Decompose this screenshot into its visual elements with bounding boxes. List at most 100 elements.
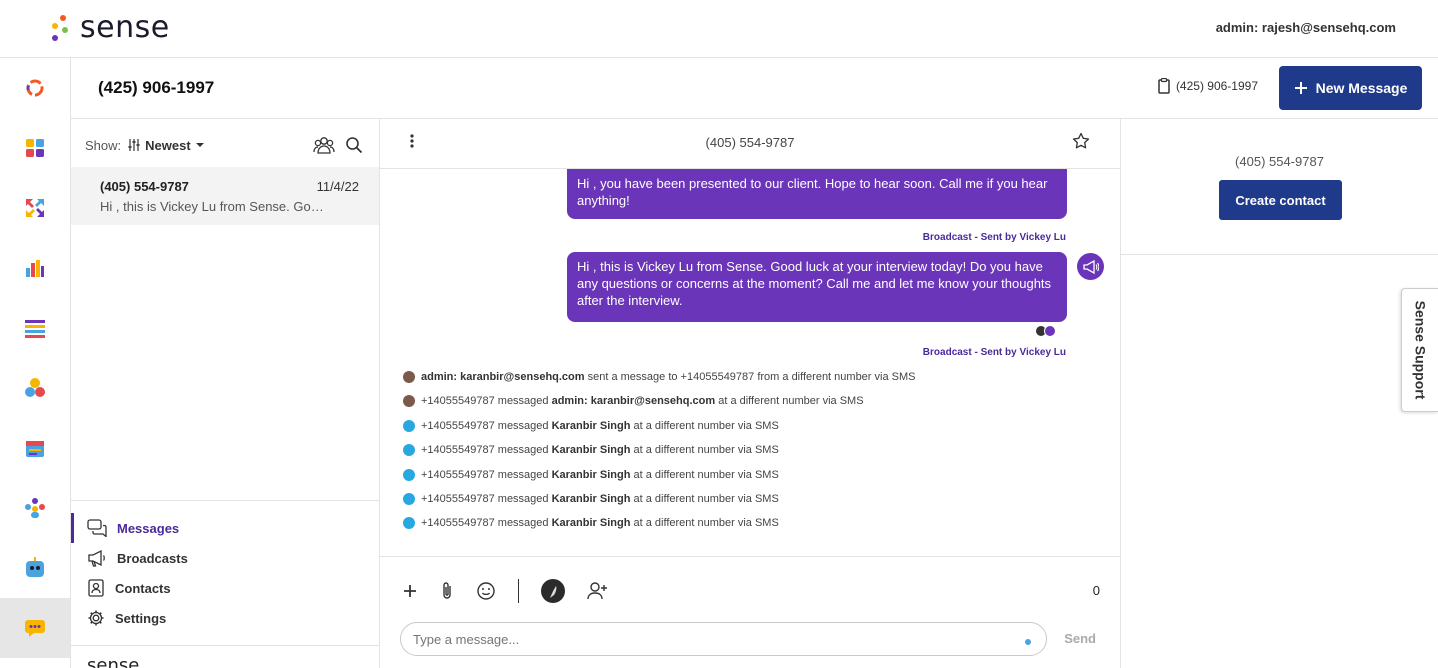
footer-logo: sense bbox=[87, 655, 139, 668]
support-label: Sense Support bbox=[1412, 300, 1429, 400]
message-meta: Broadcast - Sent by Vickey Lu bbox=[922, 232, 1066, 243]
activity-log-item: +14055549787 messaged admin: karanbir@se… bbox=[403, 395, 864, 407]
gear-icon bbox=[88, 610, 104, 626]
message-meta: Broadcast - Sent by Vickey Lu bbox=[922, 347, 1066, 358]
rail-analytics-icon[interactable] bbox=[0, 238, 70, 298]
avatar bbox=[403, 444, 415, 456]
avatar bbox=[403, 420, 415, 432]
app-rail bbox=[0, 58, 71, 668]
status-dot bbox=[1025, 639, 1031, 645]
nav-broadcasts[interactable]: Broadcasts bbox=[71, 543, 379, 573]
send-button[interactable]: Send bbox=[1064, 631, 1096, 646]
activity-log-item: admin: karanbir@sensehq.com sent a messa… bbox=[403, 371, 915, 383]
top-bar: sense admin: rajesh@sensehq.com bbox=[0, 0, 1438, 58]
log-text: +14055549787 messaged Karanbir Singh at … bbox=[421, 444, 779, 456]
rail-bot-icon[interactable] bbox=[0, 538, 70, 598]
line-number-text: (425) 906-1997 bbox=[1175, 79, 1258, 93]
conversation-item[interactable]: (405) 554-9787 11/4/22 Hi , this is Vick… bbox=[71, 167, 379, 225]
rail-calendar-icon[interactable] bbox=[0, 418, 70, 478]
nav-settings[interactable]: Settings bbox=[71, 603, 379, 633]
sense-support-tab[interactable]: Sense Support bbox=[1401, 288, 1438, 412]
conversation-preview: Hi , this is Vickey Lu from Sense. Good … bbox=[100, 199, 330, 214]
nav-messages-label: Messages bbox=[117, 520, 180, 536]
sort-dropdown[interactable]: Newest bbox=[127, 138, 205, 153]
star-icon[interactable] bbox=[1072, 132, 1090, 153]
admin-email[interactable]: admin: rajesh@sensehq.com bbox=[1216, 20, 1396, 35]
rail-integrations-icon[interactable] bbox=[0, 178, 70, 238]
message-input[interactable] bbox=[400, 622, 1047, 656]
log-text: +14055549787 messaged Karanbir Singh at … bbox=[421, 493, 779, 505]
rail-dashboard-icon[interactable] bbox=[0, 118, 70, 178]
avatar bbox=[403, 395, 415, 407]
megaphone-icon bbox=[88, 549, 105, 567]
avatar bbox=[403, 371, 415, 383]
nav-broadcasts-label: Broadcasts bbox=[117, 550, 188, 566]
chat-panel: (405) 554-9787 Hi , you have been presen… bbox=[380, 119, 1121, 668]
conversation-header: (405) 554-9787 11/4/22 bbox=[100, 179, 359, 194]
activity-log-item: +14055549787 messaged Karanbir Singh at … bbox=[403, 469, 779, 481]
clipboard-icon bbox=[1158, 78, 1170, 94]
caret-down-icon bbox=[195, 143, 204, 147]
avatar bbox=[403, 517, 415, 529]
nav-settings-label: Settings bbox=[115, 610, 167, 626]
new-message-label: New Message bbox=[1315, 80, 1408, 96]
rail-workflows-icon[interactable] bbox=[0, 358, 70, 418]
conversation-name: (405) 554-9787 bbox=[100, 179, 189, 194]
chat-bubbles-icon bbox=[87, 519, 107, 537]
contact-phone: (405) 554-9787 bbox=[1235, 154, 1324, 169]
rail-lists-icon[interactable] bbox=[0, 298, 70, 358]
activity-log-item: +14055549787 messaged Karanbir Singh at … bbox=[403, 444, 779, 456]
sense-logo[interactable]: sense bbox=[48, 10, 170, 45]
log-text: admin: karanbir@sensehq.com sent a messa… bbox=[421, 371, 916, 383]
log-text: +14055549787 messaged Karanbir Singh at … bbox=[421, 420, 779, 432]
logo-text: sense bbox=[80, 10, 170, 45]
composer-tools bbox=[402, 579, 609, 603]
create-contact-button[interactable]: Create contact bbox=[1219, 180, 1342, 220]
add-user-icon[interactable] bbox=[587, 581, 609, 601]
message-bubble[interactable]: Hi , you have been presented to our clie… bbox=[567, 169, 1067, 219]
message-bubble[interactable]: Hi , this is Vickey Lu from Sense. Good … bbox=[567, 252, 1067, 322]
activity-log-item: +14055549787 messaged Karanbir Singh at … bbox=[403, 517, 779, 529]
chat-title: (405) 554-9787 bbox=[705, 135, 795, 150]
activity-log-item: +14055549787 messaged Karanbir Singh at … bbox=[403, 493, 779, 505]
list-tools bbox=[313, 136, 363, 154]
log-text: +14055549787 messaged admin: karanbir@se… bbox=[421, 395, 864, 407]
contact-card-icon bbox=[88, 579, 104, 597]
plus-icon bbox=[1294, 82, 1307, 94]
group-users-icon[interactable] bbox=[313, 136, 335, 154]
rail-messages-icon[interactable] bbox=[0, 598, 70, 658]
new-message-button[interactable]: New Message bbox=[1279, 66, 1422, 110]
filter-row: Show: Newest bbox=[85, 135, 363, 155]
sliders-icon bbox=[128, 139, 140, 151]
page-title: (425) 906-1997 bbox=[98, 78, 215, 97]
agent-avatar[interactable] bbox=[541, 579, 565, 603]
broadcast-avatar-icon bbox=[1077, 253, 1104, 280]
contact-summary: (405) 554-9787 Create contact bbox=[1121, 119, 1438, 255]
avatar bbox=[1044, 325, 1056, 337]
conversation-list: Show: Newest (405) 554-9787 11/4/22 Hi ,… bbox=[71, 119, 380, 668]
character-count: 0 bbox=[1092, 583, 1100, 598]
rail-home-icon[interactable] bbox=[0, 58, 70, 118]
nav-contacts[interactable]: Contacts bbox=[71, 573, 379, 603]
avatar bbox=[403, 469, 415, 481]
search-icon[interactable] bbox=[345, 136, 363, 154]
chat-header: (405) 554-9787 bbox=[380, 119, 1120, 169]
line-number[interactable]: (425) 906-1997 bbox=[1158, 78, 1258, 94]
section-nav: Messages Broadcasts Contacts Settings bbox=[71, 500, 379, 646]
seen-avatars bbox=[1035, 325, 1056, 337]
nav-messages[interactable]: Messages bbox=[71, 513, 379, 543]
log-text: +14055549787 messaged Karanbir Singh at … bbox=[421, 517, 779, 529]
sort-label: Newest bbox=[145, 137, 191, 153]
attachment-icon[interactable] bbox=[440, 581, 454, 601]
rail-team-icon[interactable] bbox=[0, 478, 70, 538]
add-icon[interactable] bbox=[402, 583, 418, 599]
phone-header: (425) 906-1997 (425) 906-1997 New Messag… bbox=[71, 58, 1438, 119]
composer: 0 Send bbox=[380, 556, 1120, 668]
activity-log-item: +14055549787 messaged Karanbir Singh at … bbox=[403, 420, 779, 432]
log-text: +14055549787 messaged Karanbir Singh at … bbox=[421, 469, 779, 481]
emoji-icon[interactable] bbox=[476, 581, 496, 601]
contact-panel: (405) 554-9787 Create contact bbox=[1121, 119, 1438, 668]
conversation-date: 11/4/22 bbox=[316, 179, 359, 194]
divider bbox=[518, 579, 519, 603]
show-label: Show: bbox=[85, 137, 122, 153]
